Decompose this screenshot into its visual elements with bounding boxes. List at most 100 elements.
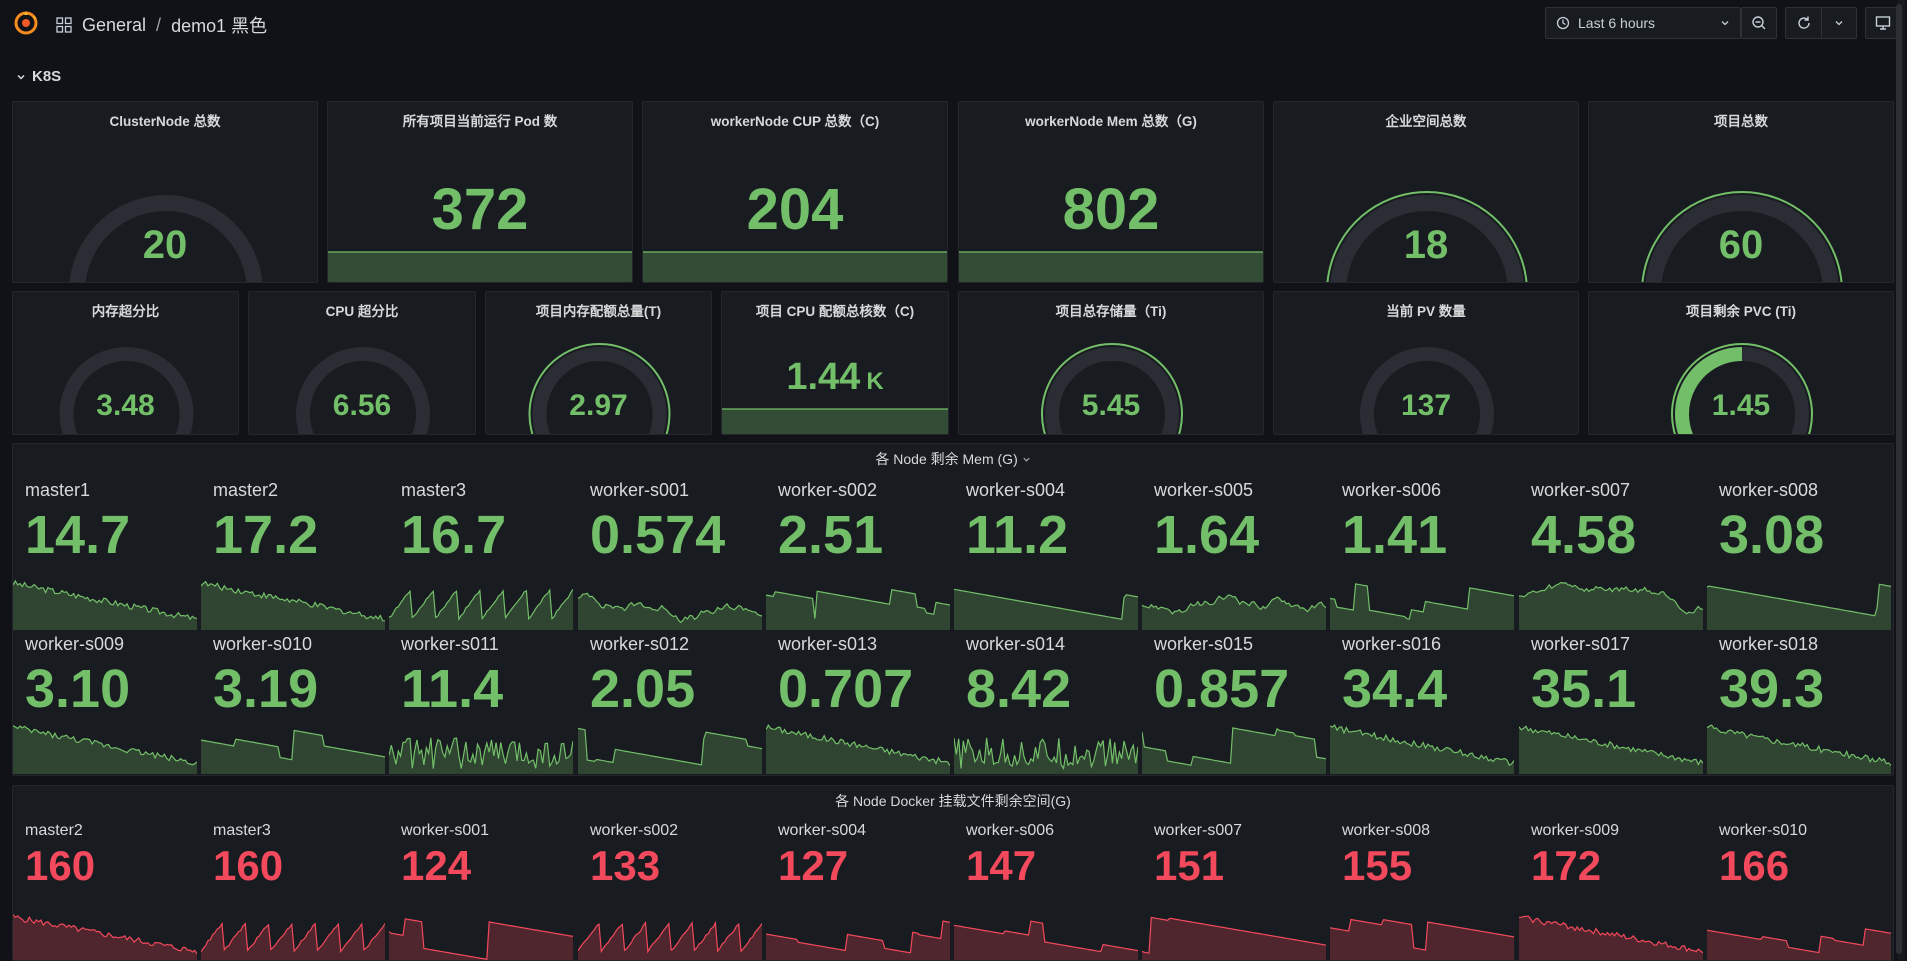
sparkline-area — [578, 593, 762, 630]
breadcrumb-separator: / — [156, 14, 162, 35]
node-mem-stat[interactable]: worker-s005 1.64 — [1142, 480, 1326, 630]
breadcrumb-folder-link[interactable]: General — [82, 15, 146, 36]
stat-panel[interactable]: 项目总存储量（Ti) 5.45 — [958, 291, 1264, 435]
node-mem-stat[interactable]: master2 17.2 — [201, 480, 385, 630]
chevron-down-icon — [1022, 457, 1030, 462]
node-value: 11.2 — [966, 505, 1069, 565]
node-value: 160 — [213, 842, 284, 889]
node-mem-stat[interactable]: worker-s011 11.4 — [389, 634, 573, 774]
node-value: 3.19 — [213, 659, 319, 719]
node-docker-stat[interactable]: worker-s001 124 — [389, 822, 573, 960]
node-name: worker-s001 — [590, 480, 690, 500]
node-name: worker-s012 — [590, 634, 690, 654]
panel-title[interactable]: 项目 CPU 配额总核数（C) — [722, 300, 948, 320]
node-mem-stat[interactable]: worker-s018 39.3 — [1707, 634, 1891, 774]
breadcrumb: General / demo1 黑色 — [56, 12, 267, 38]
node-docker-stat[interactable]: worker-s004 127 — [766, 822, 950, 960]
time-range-picker[interactable]: Last 6 hours — [1545, 7, 1741, 39]
node-value: 147 — [966, 842, 1037, 889]
stat-panel[interactable]: 项目总数 60 — [1588, 101, 1894, 283]
node-sparkline — [13, 914, 197, 960]
node-mem-stat[interactable]: worker-s008 3.08 — [1707, 480, 1891, 630]
top-navbar: General / demo1 黑色 Last 6 hours — [0, 0, 1907, 46]
node-sparkline — [201, 580, 385, 630]
sparkline-area — [13, 914, 197, 960]
node-mem-panel-title[interactable]: 各 Node 剩余 Mem (G) — [13, 449, 1893, 469]
panel-title[interactable]: 所有项目当前运行 Pod 数 — [328, 110, 632, 130]
node-sparkline — [1707, 583, 1891, 630]
node-sparkline — [766, 589, 950, 630]
scrollbar-track[interactable] — [1896, 0, 1905, 961]
stat-panel[interactable]: 企业空间总数 18 — [1273, 101, 1579, 283]
node-mem-stat[interactable]: worker-s009 3.10 — [13, 634, 197, 774]
node-docker-stat[interactable]: master2 160 — [13, 822, 197, 960]
node-value: 0.707 — [778, 659, 914, 719]
dashboard-title[interactable]: demo1 黑色 — [171, 12, 267, 38]
node-mem-stat[interactable]: worker-s007 4.58 — [1519, 480, 1703, 630]
node-mem-stat[interactable]: master1 14.7 — [13, 480, 197, 630]
node-mem-stat[interactable]: worker-s014 8.42 — [954, 634, 1138, 774]
node-value: 166 — [1719, 842, 1790, 889]
sparkline-area — [1142, 595, 1326, 630]
node-mem-stat[interactable]: worker-s016 34.4 — [1330, 634, 1514, 774]
stat-panel[interactable]: 所有项目当前运行 Pod 数 372 — [327, 101, 633, 283]
node-name: worker-s008 — [1342, 822, 1431, 839]
panel-title[interactable]: workerNode CUP 总数（C) — [643, 110, 947, 130]
stat-panel[interactable]: 项目 CPU 配额总核数（C) 1.44 K — [721, 291, 949, 435]
chevron-down-icon — [1835, 21, 1843, 26]
stat-panel[interactable]: workerNode Mem 总数（G) 802 — [958, 101, 1264, 283]
node-docker-stat[interactable]: worker-s002 133 — [578, 822, 762, 960]
stat-panel[interactable]: 当前 PV 数量 137 — [1273, 291, 1579, 435]
node-docker-stat[interactable]: worker-s010 166 — [1707, 822, 1891, 960]
node-mem-stat[interactable]: worker-s010 3.19 — [201, 634, 385, 774]
node-docker-stat[interactable]: worker-s006 147 — [954, 822, 1138, 960]
sparkline-area — [328, 252, 632, 282]
node-mem-stat[interactable]: worker-s015 0.857 — [1142, 634, 1326, 774]
monitor-icon — [1875, 16, 1891, 30]
panel-title[interactable]: workerNode Mem 总数（G) — [959, 110, 1263, 130]
node-sparkline — [389, 588, 573, 630]
node-mem-stat[interactable]: worker-s017 35.1 — [1519, 634, 1703, 774]
node-mem-stat[interactable]: master3 16.7 — [389, 480, 573, 630]
node-docker-stat[interactable]: master3 160 — [201, 822, 385, 960]
stat-sparkline — [643, 251, 947, 282]
stat-unit: K — [866, 368, 884, 395]
node-mem-stat[interactable]: worker-s001 0.574 — [578, 480, 762, 630]
stat-panel[interactable]: 项目剩余 PVC (Ti) 1.45 — [1588, 291, 1894, 435]
node-docker-stat[interactable]: worker-s007 151 — [1142, 822, 1326, 960]
node-sparkline — [1142, 727, 1326, 774]
node-mem-panel: 各 Node 剩余 Mem (G) master1 14.7 master2 17.2… — [12, 443, 1894, 776]
node-mem-stat[interactable]: worker-s013 0.707 — [766, 634, 950, 774]
grafana-logo-icon[interactable] — [12, 9, 40, 37]
node-name: worker-s004 — [966, 480, 1066, 500]
stat-panel[interactable]: 项目内存配额总量(T) 2.97 — [485, 291, 712, 435]
node-mem-stat[interactable]: worker-s006 1.41 — [1330, 480, 1514, 630]
node-sparkline — [578, 592, 762, 630]
node-sparkline — [1330, 583, 1514, 630]
refresh-button[interactable] — [1785, 7, 1821, 39]
refresh-interval-dropdown[interactable] — [1821, 7, 1857, 39]
node-mem-stat[interactable]: worker-s012 2.05 — [578, 634, 762, 774]
dashboard-grid-icon — [56, 17, 72, 33]
sparkline-area — [389, 918, 573, 960]
stat-panel[interactable]: workerNode CUP 总数（C) 204 — [642, 101, 948, 283]
node-mem-stat[interactable]: worker-s004 11.2 — [954, 480, 1138, 630]
node-docker-stat[interactable]: worker-s009 172 — [1519, 822, 1703, 960]
stat-panel[interactable]: CPU 超分比 6.56 — [248, 291, 476, 435]
stat-panel[interactable]: 内存超分比 3.48 — [12, 291, 239, 435]
node-docker-panel-title[interactable]: 各 Node Docker 挂载文件剩余空间(G) — [13, 791, 1893, 811]
node-value: 2.51 — [778, 505, 884, 565]
node-name: worker-s007 — [1154, 822, 1243, 839]
stat-panel[interactable]: ClusterNode 总数 20 — [12, 101, 318, 283]
scrollbar-thumb[interactable] — [1896, 4, 1902, 954]
node-mem-stat[interactable]: worker-s002 2.51 — [766, 480, 950, 630]
row-title: K8S — [32, 68, 62, 85]
node-sparkline — [766, 920, 950, 960]
row-toggle-k8s[interactable]: K8S — [16, 68, 61, 85]
node-value: 1.64 — [1154, 505, 1260, 565]
gauge-value: 2.97 — [569, 389, 628, 422]
sparkline-area — [1142, 728, 1326, 774]
zoom-out-button[interactable] — [1741, 7, 1777, 39]
node-docker-stat[interactable]: worker-s008 155 — [1330, 822, 1514, 960]
node-name: master1 — [25, 480, 91, 500]
